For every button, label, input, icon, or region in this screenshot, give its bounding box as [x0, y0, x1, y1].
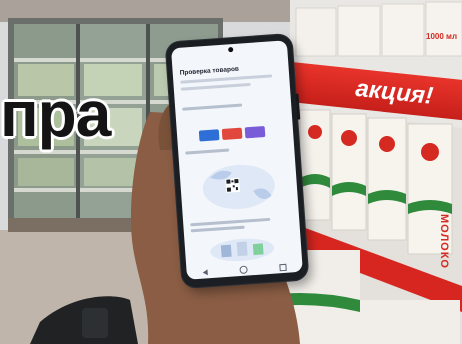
step-text-line: [190, 225, 245, 233]
step-text-line: [182, 103, 243, 111]
qr-code-icon: [225, 177, 241, 193]
carton-product-label: МОЛОКО: [438, 214, 450, 269]
payment-cards-illustration: [198, 125, 266, 142]
step-text-line: [190, 217, 271, 227]
android-navigation-bar[interactable]: [186, 260, 303, 280]
camera-icon: [228, 46, 234, 53]
app-title: Проверка товаров: [179, 65, 240, 77]
photo-scene: пра акция акция! 1000 мл МОЛОКО Проверка…: [0, 0, 462, 344]
products-illustration: [210, 238, 275, 262]
step-text-line: [185, 148, 230, 155]
recent-apps-nav-icon[interactable]: [279, 263, 287, 271]
home-nav-icon[interactable]: [239, 265, 248, 275]
smartphone: Проверка товаров: [165, 33, 309, 289]
phone-screen: Проверка товаров: [170, 40, 303, 280]
card-illustration: [198, 129, 220, 142]
app-subtitle-line: [180, 82, 251, 91]
back-nav-icon[interactable]: [202, 269, 208, 276]
headline-text: пра: [0, 78, 111, 150]
carton-volume-label: 1000 мл: [426, 32, 458, 41]
card-illustration: [221, 127, 243, 140]
card-illustration: [244, 125, 266, 139]
